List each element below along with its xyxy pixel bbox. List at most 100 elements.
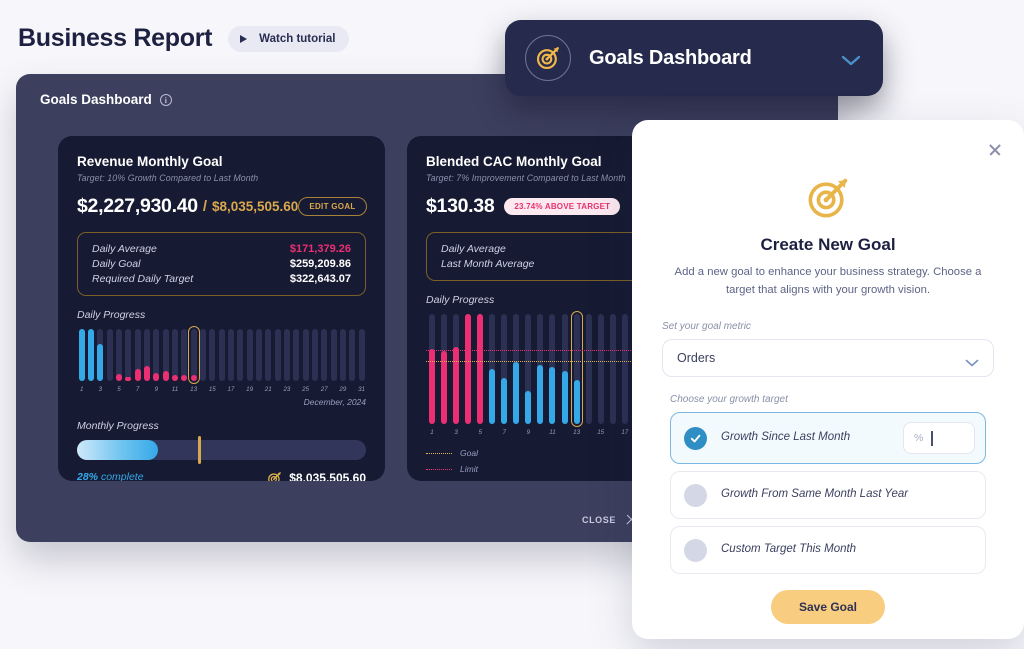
chart-bar [187, 326, 200, 384]
chart-bar [320, 329, 329, 381]
stat-row: Required Daily Target $322,643.07 [92, 271, 351, 286]
bar-fill [525, 391, 532, 424]
bar-track [237, 329, 244, 381]
bar-track [339, 329, 346, 381]
chevron-down-icon[interactable] [841, 53, 861, 65]
axis-tick [254, 386, 263, 393]
create-new-goal-modal: Create New Goal Add a new goal to enhanc… [632, 120, 1024, 639]
bar-fill [501, 377, 508, 424]
chart-bar [619, 314, 631, 424]
bar-track [609, 314, 616, 424]
axis-tick: 13 [573, 429, 581, 436]
bar-track [302, 329, 309, 381]
bar-track [246, 329, 253, 381]
chart-bar [498, 314, 510, 424]
revenue-separator: / [202, 198, 207, 215]
chart-bar [450, 314, 462, 424]
chart-bar [245, 329, 254, 381]
bar-fill [561, 371, 568, 424]
revenue-chart-month: December, 2024 [303, 397, 366, 407]
chart-bar [236, 329, 245, 381]
bar-track [209, 329, 216, 381]
revenue-chart-axis: 1 3 5 7 9 11 13 15 17 19 21 23 25 27 29 31 [77, 386, 366, 393]
watch-tutorial-label: Watch tutorial [259, 32, 336, 45]
target-goal-icon [267, 471, 282, 481]
bar-track [621, 314, 628, 424]
chevron-down-icon [965, 354, 979, 367]
chart-bar [273, 329, 282, 381]
axis-tick [510, 429, 522, 436]
chart-bar [142, 329, 151, 381]
axis-tick [329, 386, 338, 393]
bar-track [106, 329, 113, 381]
stat-value: $171,379.26 [289, 242, 351, 255]
stat-label: Daily Goal [92, 257, 141, 270]
percent-input[interactable]: % [903, 422, 975, 454]
axis-tick: 19 [246, 386, 254, 393]
chart-bar [310, 329, 319, 381]
revenue-stats-box: Daily Average $171,379.26 Daily Goal $25… [77, 232, 366, 296]
close-dashboard-button[interactable]: CLOSE [582, 513, 638, 526]
stat-label: Daily Average [92, 242, 157, 255]
chart-bar [426, 314, 438, 424]
axis-tick [105, 386, 114, 393]
cac-current-value: $130.38 [426, 195, 495, 217]
page-title: Business Report [18, 24, 213, 52]
axis-tick: 15 [208, 386, 216, 393]
stat-value: $322,643.07 [289, 272, 351, 285]
bar-track [311, 329, 318, 381]
axis-tick [142, 386, 151, 393]
axis-tick: 29 [339, 386, 347, 393]
axis-tick: 23 [283, 386, 291, 393]
option-growth-since-last-month[interactable]: Growth Since Last Month % [670, 412, 986, 464]
chart-bar [77, 329, 86, 381]
goals-dashboard-pill-title: Goals Dashboard [589, 46, 752, 69]
goal-metric-select[interactable]: Orders [662, 339, 994, 377]
axis-tick [583, 429, 595, 436]
axis-tick [607, 429, 619, 436]
bar-fill [125, 376, 132, 381]
revenue-monthly-progress-label: Monthly Progress [77, 420, 159, 432]
chart-bar [438, 314, 450, 424]
chart-bar [583, 314, 595, 424]
monthly-progress-footer: 28% complete $8,035,505.60 [77, 471, 366, 481]
watch-tutorial-button[interactable]: Watch tutorial [228, 25, 350, 52]
save-goal-row: Save Goal [662, 590, 994, 624]
bar-fill [153, 373, 160, 381]
revenue-card-subtitle: Target: 10% Growth Compared to Last Mont… [77, 173, 259, 183]
option-growth-from-same-month-last-year[interactable]: Growth From Same Month Last Year [670, 471, 986, 519]
axis-tick [217, 386, 226, 393]
goals-dashboard-dropdown[interactable]: Goals Dashboard [505, 20, 883, 96]
chart-bar [292, 329, 301, 381]
bar-track [283, 329, 290, 381]
option-custom-target-this-month[interactable]: Custom Target This Month [670, 526, 986, 574]
close-icon[interactable] [988, 142, 1002, 156]
growth-target-label: Choose your growth target [670, 394, 788, 405]
chart-bar [208, 329, 217, 381]
chart-bar [161, 329, 170, 381]
limit-line-icon [426, 468, 452, 470]
info-icon[interactable]: i [159, 93, 172, 106]
option-label: Growth Since Last Month [721, 431, 851, 444]
edit-goal-button[interactable]: EDIT GOAL [298, 197, 367, 216]
chart-bar [96, 329, 105, 381]
radio-checked-icon [684, 426, 707, 450]
save-goal-button[interactable]: Save Goal [770, 590, 886, 624]
chart-bar [522, 314, 534, 424]
chart-bar [534, 314, 546, 424]
today-highlight [570, 311, 583, 427]
chart-bar [86, 329, 95, 381]
chart-bar [348, 329, 357, 381]
axis-tick: 1 [430, 429, 434, 436]
bar-fill [143, 365, 150, 381]
option-label: Custom Target This Month [721, 543, 857, 556]
bar-track [585, 314, 592, 424]
axis-tick [438, 429, 450, 436]
axis-tick: 5 [478, 429, 482, 436]
chart-bar [338, 329, 347, 381]
bar-track [218, 329, 225, 381]
bar-fill [87, 329, 94, 381]
monthly-target-group: $8,035,505.60 December, 2024 [267, 471, 366, 481]
axis-tick: 7 [135, 386, 140, 393]
bar-fill [97, 343, 104, 381]
